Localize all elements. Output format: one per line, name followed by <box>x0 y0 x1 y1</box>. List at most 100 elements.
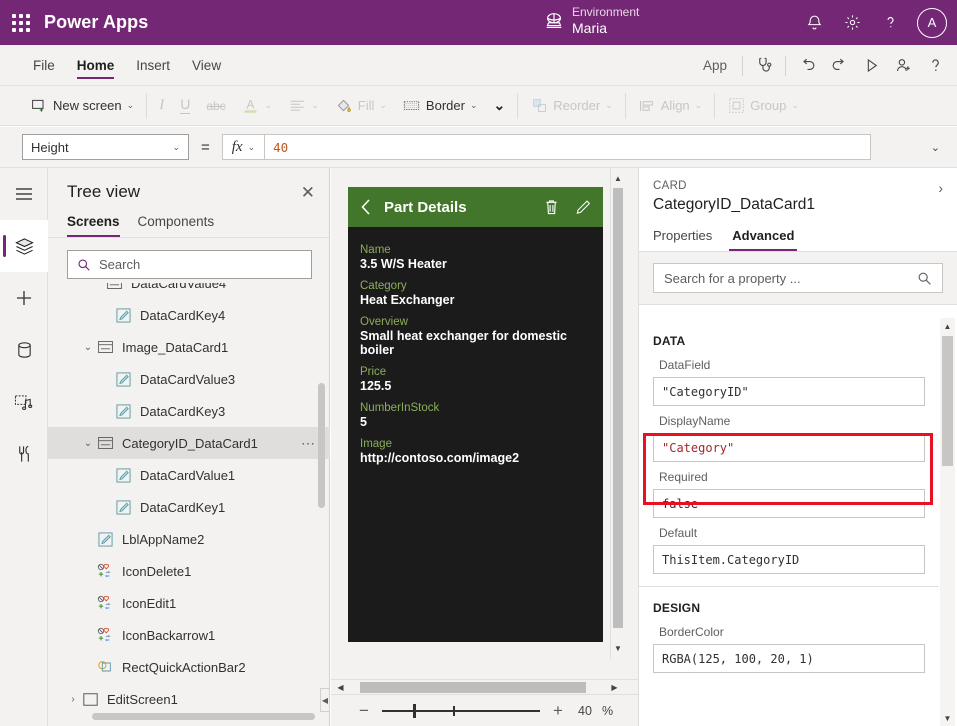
media-icon[interactable] <box>0 376 48 428</box>
property-value-input[interactable]: "Category" <box>653 433 925 462</box>
property-label: DataField <box>653 358 925 372</box>
tree-vertical-scrollbar[interactable] <box>318 383 325 508</box>
property-value-input[interactable]: false <box>653 489 925 518</box>
tree-search-input[interactable]: Search <box>67 250 312 279</box>
underline-icon: U <box>180 97 190 113</box>
menu-item-insert[interactable]: Insert <box>125 45 181 86</box>
underline-button[interactable]: U <box>172 91 198 121</box>
tree-node[interactable]: DataCardValue3 <box>48 363 330 395</box>
chevron-down-icon[interactable]: ⌄ <box>81 438 95 449</box>
scroll-right-arrow-icon[interactable]: ▶ <box>607 680 622 695</box>
zoom-in-button[interactable]: + <box>550 701 566 721</box>
property-value-input[interactable]: ThisItem.CategoryID <box>653 545 925 574</box>
tab-components[interactable]: Components <box>138 208 215 237</box>
insert-plus-icon[interactable] <box>0 272 48 324</box>
tree-view-layers-icon[interactable] <box>0 220 48 272</box>
zoom-slider[interactable] <box>382 710 540 712</box>
zoom-out-button[interactable]: − <box>356 701 372 721</box>
new-screen-button[interactable]: New screen ⌄ <box>22 91 142 121</box>
chevron-right-icon[interactable]: › <box>66 694 80 705</box>
gear-icon[interactable] <box>835 6 869 40</box>
chevron-right-icon[interactable]: › <box>938 180 943 196</box>
tree-node[interactable]: DataCardKey4 <box>48 299 330 331</box>
fill-button[interactable]: Fill ⌄ <box>327 91 395 121</box>
question-mark-icon[interactable] <box>873 6 907 40</box>
menu-item-home[interactable]: Home <box>66 45 126 86</box>
trash-icon[interactable] <box>544 199 559 216</box>
reorder-button[interactable]: Reorder ⌄ <box>522 91 621 121</box>
tab-properties[interactable]: Properties <box>653 224 712 251</box>
tree-node[interactable]: › EditScreen1 <box>48 683 330 708</box>
property-search-input[interactable]: Search for a property ... <box>653 263 943 293</box>
tree-node-list: DataCardValue4 DataCardKey4 ⌄ Image_Data… <box>48 283 330 708</box>
ribbon-more-button[interactable]: ⌄ <box>486 91 514 121</box>
formula-expand-chevron-icon[interactable]: ⌄ <box>931 141 940 154</box>
scroll-up-arrow-icon[interactable]: ▲ <box>611 170 625 186</box>
tree-node[interactable]: IconDelete1 <box>48 555 330 587</box>
formula-input[interactable]: 40 <box>264 134 871 160</box>
app-menu-button[interactable]: App <box>693 58 737 73</box>
section-title-design: DESIGN <box>639 587 939 617</box>
font-color-button[interactable]: A ⌄ <box>234 91 281 121</box>
zoom-slider-thumb[interactable] <box>413 704 416 718</box>
panel-collapse-handle[interactable]: ◀ <box>320 688 330 712</box>
canvas-vertical-scrollbar[interactable]: ▲ ▼ <box>610 168 624 659</box>
canvas-hscroll-thumb[interactable] <box>360 682 586 693</box>
scroll-down-arrow-icon[interactable]: ▼ <box>611 640 625 656</box>
redo-icon[interactable] <box>823 50 855 82</box>
canvas-vscroll-thumb[interactable] <box>613 188 623 628</box>
fx-button[interactable]: fx ⌄ <box>222 134 264 160</box>
tree-horizontal-scrollbar[interactable] <box>92 713 315 720</box>
tree-node[interactable]: DataCardKey3 <box>48 395 330 427</box>
app-checker-stethoscope-icon[interactable] <box>748 50 780 82</box>
user-avatar[interactable]: A <box>917 8 947 38</box>
properties-vscroll-thumb[interactable] <box>942 336 953 466</box>
tree-node[interactable]: DataCardValue4 <box>48 283 330 299</box>
tree-node[interactable]: LblAppName2 <box>48 523 330 555</box>
scroll-up-arrow-icon[interactable]: ▲ <box>940 318 955 334</box>
menu-item-file[interactable]: File <box>22 45 66 86</box>
back-chevron-icon[interactable] <box>360 198 372 216</box>
tree-node[interactable]: ⌄ Image_DataCard1 <box>48 331 330 363</box>
canvas-horizontal-scrollbar[interactable]: ◀ ▶ <box>331 679 638 694</box>
node-overflow-menu-icon[interactable]: ⋯ <box>301 435 316 452</box>
border-button[interactable]: Border ⌄ <box>395 91 486 121</box>
play-preview-icon[interactable] <box>855 50 887 82</box>
tree-node[interactable]: RectQuickActionBar2 <box>48 651 330 683</box>
tree-node[interactable]: IconBackarrow1 <box>48 619 330 651</box>
datacard-icon <box>95 434 115 452</box>
bell-icon[interactable] <box>797 6 831 40</box>
properties-panel: CARD CategoryID_DataCard1 › Properties A… <box>638 168 957 726</box>
property-value-input[interactable]: RGBA(125, 100, 20, 1) <box>653 644 925 673</box>
tree-node[interactable]: IconEdit1 <box>48 587 330 619</box>
scroll-left-arrow-icon[interactable]: ◀ <box>333 680 348 695</box>
properties-vertical-scrollbar[interactable]: ▲ ▼ <box>940 318 955 726</box>
tab-advanced[interactable]: Advanced <box>732 224 794 251</box>
property-value-input[interactable]: "CategoryID" <box>653 377 925 406</box>
chevron-down-icon: ⌄ <box>494 97 506 114</box>
data-cylinder-icon[interactable] <box>0 324 48 376</box>
tab-screens[interactable]: Screens <box>67 208 120 237</box>
menu-item-view[interactable]: View <box>181 45 232 86</box>
text-align-button[interactable]: ⌄ <box>280 91 327 121</box>
group-button[interactable]: Group ⌄ <box>719 91 807 121</box>
tree-node[interactable]: DataCardKey1 <box>48 491 330 523</box>
tree-node[interactable]: DataCardValue1 <box>48 459 330 491</box>
tree-node-selected[interactable]: ⌄ CategoryID_DataCard1 ⋯ <box>48 427 330 459</box>
environment-selector[interactable]: Environment Maria <box>543 6 639 36</box>
advanced-tools-icon[interactable] <box>0 428 48 480</box>
align-objects-button[interactable]: Align ⌄ <box>630 91 710 121</box>
hamburger-menu-icon[interactable] <box>0 168 48 220</box>
italic-button[interactable]: I <box>151 91 172 121</box>
undo-icon[interactable] <box>791 50 823 82</box>
property-dropdown[interactable]: Height ⌄ <box>22 134 189 160</box>
help-question-icon[interactable] <box>919 50 951 82</box>
waffle-grid-icon[interactable] <box>12 14 30 32</box>
phone-screen-preview[interactable]: Part Details Name <box>348 187 603 642</box>
share-add-user-icon[interactable] <box>887 50 919 82</box>
chevron-down-icon[interactable]: ⌄ <box>81 342 95 353</box>
strikethrough-button[interactable]: abc <box>198 91 233 121</box>
pencil-icon[interactable] <box>575 199 591 216</box>
scroll-down-arrow-icon[interactable]: ▼ <box>940 710 955 726</box>
close-x-icon[interactable]: ✕ <box>301 184 315 201</box>
